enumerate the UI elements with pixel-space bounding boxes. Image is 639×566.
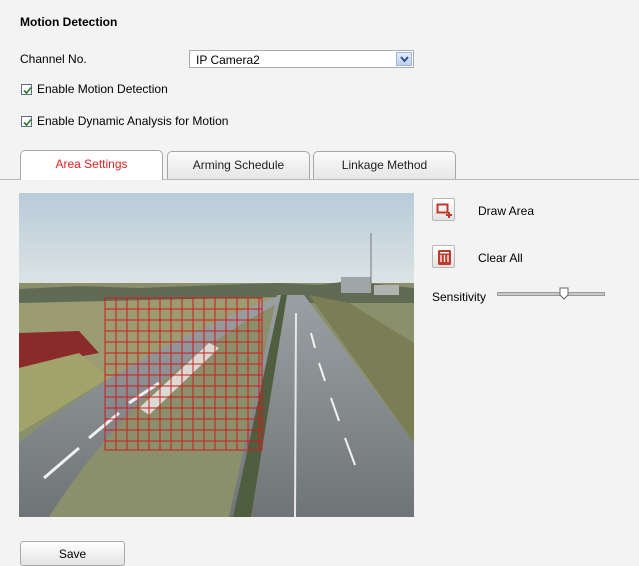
tab-linkage-method[interactable]: Linkage Method: [313, 151, 456, 179]
sensitivity-slider-handle[interactable]: [559, 287, 569, 300]
checkbox-checked-icon[interactable]: [21, 83, 32, 95]
draw-area-icon: [436, 203, 452, 218]
tab-arming-schedule[interactable]: Arming Schedule: [167, 151, 310, 179]
checkbox-checked-icon[interactable]: [21, 115, 32, 127]
channel-label: Channel No.: [20, 52, 87, 66]
channel-select[interactable]: IP Camera2: [189, 50, 414, 68]
page-title: Motion Detection: [20, 15, 118, 29]
draw-area-label: Draw Area: [478, 204, 535, 218]
channel-select-value: IP Camera2: [196, 53, 260, 67]
enable-motion-checkbox[interactable]: Enable Motion Detection: [21, 82, 168, 96]
chevron-down-icon[interactable]: [396, 52, 412, 66]
clear-all-button[interactable]: [432, 245, 455, 268]
draw-area-button[interactable]: [432, 198, 455, 221]
sensitivity-slider[interactable]: [497, 292, 605, 296]
enable-dynamic-label: Enable Dynamic Analysis for Motion: [37, 114, 229, 128]
camera-preview[interactable]: [19, 193, 414, 517]
clear-all-label: Clear All: [478, 251, 523, 265]
save-button[interactable]: Save: [20, 541, 125, 566]
tab-area-settings[interactable]: Area Settings: [20, 150, 163, 180]
enable-motion-label: Enable Motion Detection: [37, 82, 168, 96]
trash-icon: [438, 250, 451, 265]
sensitivity-label: Sensitivity: [432, 290, 487, 304]
enable-dynamic-checkbox[interactable]: Enable Dynamic Analysis for Motion: [21, 114, 228, 128]
